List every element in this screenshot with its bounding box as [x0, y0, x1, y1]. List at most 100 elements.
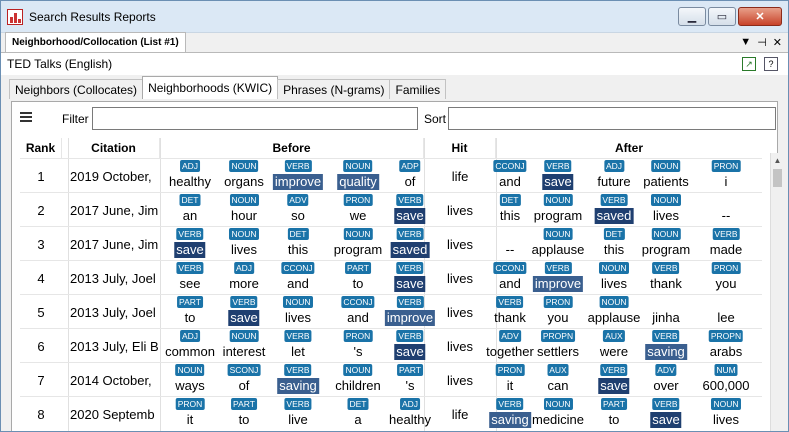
context-token[interactable]: VERB improve — [272, 159, 324, 193]
document-tab[interactable]: Neighborhood/Collocation (List #1) — [5, 32, 186, 52]
export-icon[interactable]: ↗ — [742, 57, 756, 71]
context-token[interactable]: PART 's — [397, 363, 423, 397]
context-token[interactable]: NOUN patients — [641, 159, 691, 193]
context-token[interactable]: VERB made — [708, 227, 745, 261]
vertical-scrollbar[interactable]: ▲ — [770, 153, 784, 431]
context-token[interactable]: NOUN children — [333, 363, 383, 397]
context-token[interactable]: ADV over — [651, 363, 680, 397]
table-row[interactable]: 3 2017 June, Jim VERB save NOUN lives DET this N… — [20, 226, 762, 260]
context-token[interactable]: DET an — [179, 193, 201, 227]
menu-icon[interactable] — [20, 112, 32, 122]
context-token[interactable]: PROPN arabs — [708, 329, 745, 363]
context-token[interactable]: NOUN program — [332, 227, 384, 261]
context-token[interactable]: AUX were — [598, 329, 630, 363]
context-token[interactable]: VERB thank — [648, 261, 684, 295]
table-row[interactable]: 8 2020 Septemb PRON it PART to VERB live DET a ADJ… — [20, 396, 762, 430]
context-token[interactable]: PRON 's — [343, 329, 373, 363]
table-row[interactable]: 2 2017 June, Jim DET an NOUN hour ADV so PRON we V… — [20, 192, 762, 226]
context-token[interactable]: VERB saving — [645, 329, 687, 363]
context-token[interactable]: PROPN settlers — [535, 329, 581, 363]
maximize-button[interactable]: ▭ — [708, 7, 736, 26]
col-hit-header[interactable]: Hit — [424, 138, 496, 158]
context-token[interactable]: ADV so — [287, 193, 309, 227]
context-token[interactable]: -- — [720, 193, 733, 227]
scroll-thumb[interactable] — [773, 169, 782, 187]
context-token[interactable]: PART to — [177, 295, 203, 329]
context-token[interactable]: NOUN ways — [173, 363, 207, 397]
table-row[interactable]: 1 2019 October, ADJ healthy NOUN organs VERB im… — [20, 158, 762, 192]
context-token[interactable]: VERB save — [542, 159, 574, 193]
context-token[interactable]: PRON you — [711, 261, 741, 295]
sort-input[interactable] — [448, 107, 776, 130]
col-before-header[interactable]: Before — [160, 138, 424, 158]
context-token[interactable]: NOUN program — [532, 193, 584, 227]
context-token[interactable]: VERB save — [228, 295, 260, 329]
context-token[interactable]: VERB let — [284, 329, 312, 363]
context-token[interactable]: VERB save — [598, 363, 630, 397]
context-token[interactable]: VERB save — [394, 261, 426, 295]
help-icon[interactable]: ? — [764, 57, 778, 71]
context-token[interactable]: CCONJ and — [493, 159, 527, 193]
context-token[interactable]: NOUN interest — [221, 329, 268, 363]
context-token[interactable]: CCONJ and — [493, 261, 527, 295]
context-token[interactable]: NOUN medicine — [530, 397, 586, 431]
context-token[interactable]: NOUN lives — [599, 261, 629, 295]
context-token[interactable]: PART to — [345, 261, 371, 295]
tab-menu-icon[interactable]: ▼ — [740, 36, 751, 49]
table-row[interactable]: 7 2014 October, NOUN ways SCONJ of VERB saving N… — [20, 362, 762, 396]
col-rank-header[interactable]: Rank — [20, 138, 62, 158]
tab-families[interactable]: Families — [389, 79, 447, 99]
context-token[interactable]: DET this — [602, 227, 626, 261]
context-token[interactable]: NOUN lives — [651, 193, 681, 227]
scroll-up-icon[interactable]: ▲ — [771, 153, 784, 167]
context-token[interactable]: ADJ more — [227, 261, 261, 295]
context-token[interactable]: NOUN quality — [337, 159, 379, 193]
context-token[interactable]: VERB save — [394, 193, 426, 227]
context-token[interactable]: DET this — [286, 227, 310, 261]
context-token[interactable]: CCONJ and — [281, 261, 315, 295]
context-token[interactable]: SCONJ of — [227, 363, 261, 397]
context-token[interactable]: PRON it — [495, 363, 525, 397]
context-token[interactable]: VERB see — [176, 261, 204, 295]
context-token[interactable]: CCONJ and — [341, 295, 375, 329]
context-token[interactable]: PRON you — [543, 295, 573, 329]
context-token[interactable]: ADJ future — [595, 159, 632, 193]
context-token[interactable]: NOUN applause — [530, 227, 587, 261]
context-token[interactable]: VERB save — [394, 329, 426, 363]
context-token[interactable]: NOUN program — [640, 227, 692, 261]
context-token[interactable]: NOUN organs — [222, 159, 266, 193]
table-row[interactable]: 5 2013 July, Joel PART to VERB save NOUN lives C… — [20, 294, 762, 328]
context-token[interactable]: VERB save — [174, 227, 206, 261]
context-token[interactable]: ADJ healthy — [167, 159, 213, 193]
context-token[interactable]: PRON i — [711, 159, 741, 193]
context-token[interactable]: VERB save — [650, 397, 682, 431]
filter-input[interactable] — [92, 107, 418, 130]
context-token[interactable]: VERB improve — [532, 261, 584, 295]
context-token[interactable]: jinha — [650, 295, 681, 329]
context-token[interactable]: DET this — [498, 193, 522, 227]
context-token[interactable]: DET a — [347, 397, 369, 431]
close-window-button[interactable]: ✕ — [738, 7, 782, 26]
context-token[interactable]: VERB saved — [390, 227, 430, 261]
minimize-button[interactable]: ▁ — [678, 7, 706, 26]
table-row[interactable]: 6 2013 July, Eli B ADJ common NOUN interest VE… — [20, 328, 762, 362]
context-token[interactable]: PART to — [601, 397, 627, 431]
context-token[interactable]: VERB saving — [489, 397, 531, 431]
tab-neighborhoods-kwic[interactable]: Neighborhoods (KWIC) — [142, 76, 279, 99]
context-token[interactable]: ADP of — [399, 159, 421, 193]
pin-icon[interactable]: ⊣ — [757, 36, 767, 49]
context-token[interactable]: NOUN lives — [283, 295, 313, 329]
context-token[interactable]: PRON we — [343, 193, 373, 227]
close-tab-icon[interactable]: ✕ — [773, 36, 782, 49]
context-token[interactable]: NOUN applause — [586, 295, 643, 329]
context-token[interactable]: NOUN lives — [229, 227, 259, 261]
context-token[interactable]: NOUN lives — [711, 397, 741, 431]
context-token[interactable]: AUX can — [546, 363, 571, 397]
tab-phrases-n-grams[interactable]: Phrases (N-grams) — [277, 79, 391, 99]
context-token[interactable]: PART to — [231, 397, 257, 431]
context-token[interactable]: NUM 600,000 — [701, 363, 752, 397]
context-token[interactable]: PRON it — [175, 397, 205, 431]
table-row[interactable]: 4 2013 July, Joel VERB see ADJ more CCONJ and PA… — [20, 260, 762, 294]
context-token[interactable]: ADJ common — [163, 329, 217, 363]
context-token[interactable]: VERB live — [284, 397, 312, 431]
